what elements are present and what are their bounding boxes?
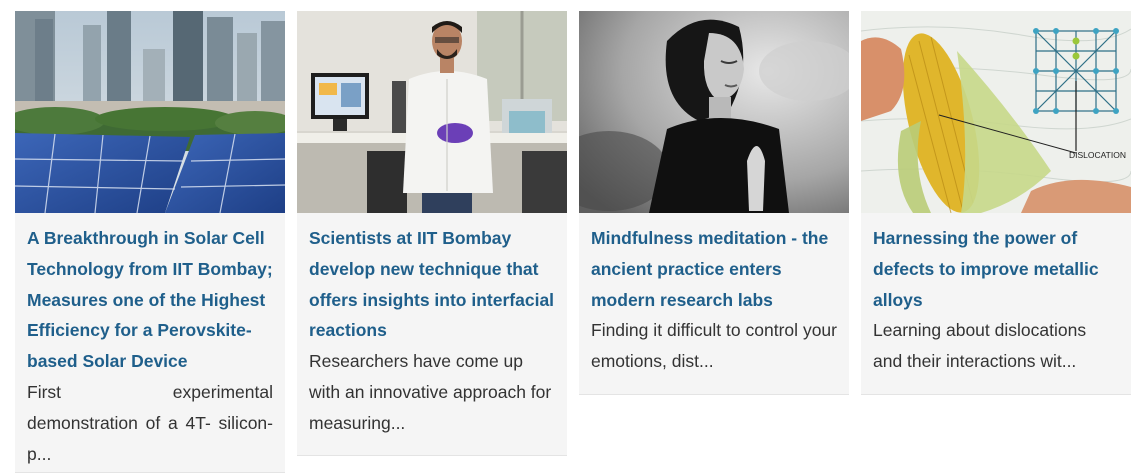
meditation-woman-image[interactable] [579,11,849,213]
scientist-lab-illustration [297,11,567,213]
article-card-meditation[interactable]: Mindfulness meditation - the ancient pra… [579,11,849,395]
scientist-lab-image[interactable] [297,11,567,213]
article-title-link[interactable]: Mindfulness meditation - the ancient pra… [591,223,837,315]
article-title-link[interactable]: Scientists at IIT Bombay develop new tec… [309,223,555,346]
meditation-woman-illustration [579,11,849,213]
article-card-interfacial[interactable]: Scientists at IIT Bombay develop new tec… [297,11,567,456]
solar-panels-city-illustration [15,11,285,213]
article-excerpt: First experimental demonstration of a 4T… [27,381,273,464]
article-excerpt: Learning about dislocations and their in… [873,320,1087,372]
article-excerpt: Finding it difficult to control your emo… [591,320,837,372]
solar-panels-city-image[interactable] [15,11,285,213]
dislocation-label: DISLOCATION [1069,150,1126,160]
corn-dislocation-image[interactable]: DISLOCATION [861,11,1131,213]
article-title-link[interactable]: Harnessing the power of defects to impro… [873,223,1119,315]
article-title-link[interactable]: A Breakthrough in Solar Cell Technology … [27,223,273,377]
article-card-alloys[interactable]: DISLOCATION Harnessing the power of defe… [861,11,1131,395]
article-excerpt: Researchers have come up with an innovat… [309,351,552,433]
article-card-solar[interactable]: A Breakthrough in Solar Cell Technology … [15,11,285,473]
corn-dislocation-illustration: DISLOCATION [861,11,1131,213]
